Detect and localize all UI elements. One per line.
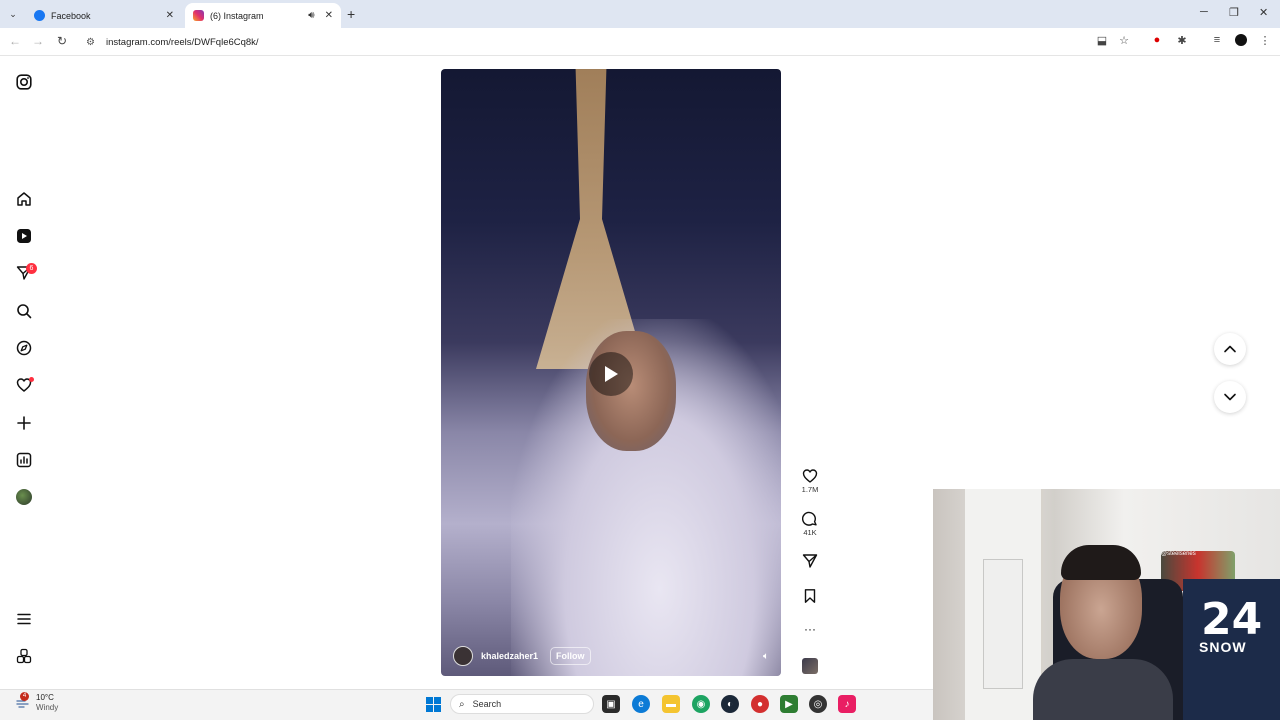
restore-icon[interactable]: ❐ [1229,6,1239,19]
save-button[interactable] [796,588,824,604]
heart-icon [802,469,818,483]
author-avatar[interactable] [453,646,473,666]
follow-button[interactable]: Follow [550,647,591,665]
recorder-icon[interactable]: ● [751,695,769,713]
bookmark-star-icon[interactable]: ☆ [1117,34,1131,47]
author-username[interactable]: khaledzaher1 [481,651,538,661]
tab-audio-icon[interactable]: 🔊︎ [308,10,314,21]
chevron-up-icon [1224,345,1236,353]
mute-toggle-icon[interactable]: 🔈︎ [763,651,769,662]
more-menu-icon[interactable] [14,609,34,629]
chrome-icon[interactable]: ◉ [692,695,710,713]
extensions-puzzle-icon[interactable]: ✱ [1175,34,1189,47]
task-view-icon[interactable]: ▣ [602,695,620,713]
extension-icon[interactable]: ● [1150,34,1164,46]
also-from-meta-icon[interactable] [14,646,34,666]
tab-title: (6) Instagram [210,10,264,21]
like-count: 1.7M [801,485,819,494]
minimize-icon[interactable]: ─ [1200,6,1208,18]
edge-icon[interactable]: e [632,695,650,713]
comment-count: 41K [803,528,817,537]
search-icon: ⌕ [459,698,465,710]
forward-icon[interactable]: → [30,34,46,48]
facebook-favicon-icon [34,10,45,21]
steam-icon[interactable]: ◐ [721,695,739,713]
background-fridge [983,559,1023,689]
close-tab-icon[interactable]: ✕ [166,10,174,21]
reel-author: khaledzaher1 Follow [453,646,591,666]
windows-start-button[interactable] [426,697,441,712]
play-button[interactable] [589,352,633,396]
instagram-favicon-icon [193,10,204,21]
comment-icon [802,511,817,526]
reel-video[interactable]: khaledzaher1 Follow 🔈︎ [441,69,781,676]
file-explorer-icon[interactable]: ▬ [662,695,680,713]
obs-icon[interactable]: ◎ [809,695,827,713]
site-info-icon[interactable]: ⚙ [86,37,100,48]
like-action[interactable]: 1.7M [796,468,824,494]
comment-action[interactable]: 41K [796,511,824,537]
new-tab-button[interactable]: + [347,6,355,22]
close-window-icon[interactable]: ✕ [1259,6,1268,19]
back-icon[interactable]: ← [7,34,23,48]
reels-icon[interactable] [14,226,34,246]
close-tab-icon[interactable]: ✕ [325,10,333,21]
address-bar[interactable]: ⚙ instagram.com/reels/DWFqle6Cq8k/ [78,31,1138,53]
browser-menu-icon[interactable]: ⋮ [1258,34,1272,47]
next-reel-button[interactable] [1214,381,1246,413]
url-text[interactable]: instagram.com/reels/DWFqle6Cq8k/ [106,37,259,48]
chevron-down-icon [1224,393,1236,401]
bookmark-icon [804,589,816,603]
previous-reel-button[interactable] [1214,333,1246,365]
dashboard-icon[interactable] [14,450,34,470]
audio-thumbnail[interactable] [802,658,818,674]
search-icon[interactable] [14,301,34,321]
tab-title: Facebook [51,10,91,21]
media-controls-icon[interactable]: ≡ [1210,34,1224,46]
weather-temperature: 10°C [36,693,54,702]
taskbar-search-placeholder: Search [472,699,502,709]
explore-icon[interactable] [14,338,34,358]
steelseries-box-label: @steelseries [1161,551,1196,557]
streamer-shirt [1033,659,1173,720]
tab-search-menu-icon[interactable]: ⌄ [6,7,20,21]
share-icon [802,554,818,568]
create-icon[interactable] [14,413,34,433]
home-icon[interactable] [14,189,34,209]
instagram-logo-icon[interactable] [14,72,34,92]
weather-badge: 4 [20,692,29,701]
install-app-icon[interactable]: ⬓ [1095,34,1109,47]
tab-facebook[interactable]: Facebook ✕ [26,3,182,28]
weather-condition: Windy [36,703,59,712]
app-icon[interactable]: ▶ [780,695,798,713]
streamer-hair [1061,545,1141,580]
tiktok-icon[interactable]: ♪ [838,695,856,713]
jersey-number: 24 [1201,594,1263,645]
profile-icon[interactable] [1234,34,1248,49]
more-options-icon[interactable]: ··· [796,622,824,636]
tab-instagram[interactable]: (6) Instagram 🔊︎ ✕ [185,3,341,28]
profile-avatar[interactable] [14,487,34,507]
messages-badge: 6 [26,263,37,274]
jersey-name: SNOW [1199,639,1247,655]
share-button[interactable] [796,553,824,569]
webcam-overlay: @steelseries 24 SNOW [933,489,1280,720]
taskbar-search[interactable]: ⌕ Search [450,694,594,714]
reload-icon[interactable]: ↻ [54,34,70,48]
notification-dot [29,377,34,382]
